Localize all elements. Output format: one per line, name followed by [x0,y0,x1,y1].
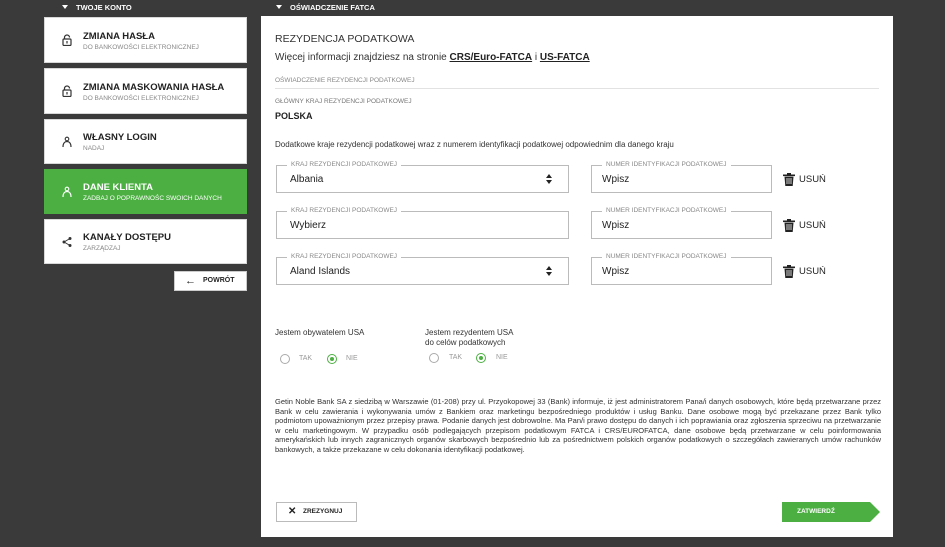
close-icon: ✕ [288,506,297,517]
citizen-no-radio[interactable] [327,354,337,364]
sidebar-item-own-login[interactable]: WŁASNY LOGIN NADAJ [44,119,247,164]
account-header-label: TWOJE KONTO [76,3,132,12]
account-header: TWOJE KONTO [62,0,132,16]
trash-icon [783,173,795,186]
us-fatca-link[interactable]: US-FATCA [540,52,590,63]
resign-button[interactable]: ✕ ZREZYGNUJ [276,502,357,522]
country-select-label: KRAJ REZYDENCJI PODATKOWEJ [287,207,402,214]
sort-arrows-icon [546,266,552,276]
tin-input[interactable]: NUMER IDENTYFIKACJI PODATKOWEJ Wpisz [591,161,772,193]
citizen-yes-radio[interactable] [280,354,290,364]
sidebar-item-subtitle: NADAJ [83,145,105,152]
confirm-button[interactable]: ZATWIERDŹ [782,502,880,522]
user-icon [62,136,72,147]
section-title: REZYDENCJA PODATKOWA [275,33,415,45]
trash-icon [783,265,795,278]
sidebar-item-subtitle: ZARZĄDZAJ [83,245,121,252]
back-button-label: POWRÓT [203,277,235,284]
sidebar-item-password-mask[interactable]: ZMIANA MASKOWANIA HASŁA DO BANKOWOŚCI EL… [44,68,247,114]
divider [275,88,879,89]
sidebar-item-subtitle: ZADBAJ O POPRAWNOŚC SWOICH DANYCH [83,195,222,202]
tin-input-label: NUMER IDENTYFIKACJI PODATKOWEJ [602,207,731,214]
us-resident-question: Jestem rezydentem USA do celów podatkowy… [425,328,535,348]
country-select[interactable]: KRAJ REZYDENCJI PODATKOWEJ Aland Islands [276,253,569,285]
user-icon [62,186,72,197]
resign-button-label: ZREZYGNUJ [303,508,343,515]
sidebar-item-subtitle: DO BANKOWOŚCI ELEKTRONICZNEJ [83,44,199,51]
tin-input-value: Wpisz [602,220,630,231]
tin-input[interactable]: NUMER IDENTYFIKACJI PODATKOWEJ Wpisz [591,253,772,285]
fatca-header-label: OŚWIADCZENIE FATCA [290,3,375,12]
lock-icon [62,85,72,97]
country-select-label: KRAJ REZYDENCJI PODATKOWEJ [287,253,402,260]
legal-notice: Getin Noble Bank SA z siedzibą w Warszaw… [275,397,881,454]
country-select-label: KRAJ REZYDENCJI PODATKOWEJ [287,161,402,168]
tin-input-label: NUMER IDENTYFIKACJI PODATKOWEJ [602,161,731,168]
citizen-yes-label: TAK [299,355,313,362]
citizen-no-label: NIE [346,355,358,362]
remove-row-button[interactable]: USUŃ [783,219,843,235]
sort-arrows-icon [546,174,552,184]
crs-link[interactable]: CRS/Euro-FATCA [450,52,533,63]
fatca-panel: REZYDENCJA PODATKOWA Więcej informacji z… [261,16,893,537]
country-select-value: Albania [290,174,324,185]
us-resident-question-line2: do celów podatkowych [425,338,506,347]
sidebar-item-password-change[interactable]: ZMIANA HASŁA DO BANKOWOŚCI ELEKTRONICZNE… [44,17,247,63]
country-select[interactable]: KRAJ REZYDENCJI PODATKOWEJ Albania [276,161,569,193]
resident-yes-radio[interactable] [429,353,439,363]
main-country-label: GŁÓWNY KRAJ REZYDENCJI PODATKOWEJ [275,98,412,105]
info-prefix: Więcej informacji znajdziesz na stronie [275,52,447,63]
us-citizen-question: Jestem obywatelem USA [275,328,365,337]
arrow-left-icon: ← [185,275,196,287]
info-line: Więcej informacji znajdziesz na stronie … [275,52,590,63]
tin-input-value: Wpisz [602,174,630,185]
sidebar-item-title: ZMIANA HASŁA [83,31,155,42]
resident-yes-label: TAK [449,354,463,361]
remove-row-button[interactable]: USUŃ [783,173,843,189]
remove-label: USUŃ [799,174,826,185]
tin-input-value: Wpisz [602,266,630,277]
main-country-value: POLSKA [275,111,313,121]
trash-icon [783,219,795,232]
confirm-button-label: ZATWIERDŹ [797,508,835,515]
sidebar-item-access-channels[interactable]: KANAŁY DOSTĘPU ZARZĄDZAJ [44,219,247,264]
tin-input-label: NUMER IDENTYFIKACJI PODATKOWEJ [602,253,731,260]
sidebar-item-title: DANE KLIENTA [83,182,154,193]
back-button[interactable]: ← POWRÓT [174,271,247,291]
fatca-header: OŚWIADCZENIE FATCA [276,0,375,16]
remove-row-button[interactable]: USUŃ [783,265,843,281]
us-resident-question-line1: Jestem rezydentem USA [425,328,514,337]
sidebar-item-title: ZMIANA MASKOWANIA HASŁA [83,82,225,93]
caret-down-icon [276,5,282,9]
sidebar-item-client-data[interactable]: DANE KLIENTA ZADBAJ O POPRAWNOŚC SWOICH … [44,169,247,214]
tin-input[interactable]: NUMER IDENTYFIKACJI PODATKOWEJ Wpisz [591,207,772,239]
country-select-value: Wybierz [290,220,327,231]
country-select[interactable]: KRAJ REZYDENCJI PODATKOWEJ Wybierz [276,207,569,239]
remove-label: USUŃ [799,220,826,231]
country-select-value: Aland Islands [290,266,351,277]
info-and: i [534,52,538,63]
subsection-title: OŚWIADCZENIE REZYDENCJI PODATKOWEJ [275,77,415,84]
sidebar-item-subtitle: DO BANKOWOŚCI ELEKTRONICZNEJ [83,95,199,102]
lock-icon [62,34,72,46]
share-icon [62,236,72,247]
resident-no-label: NIE [496,354,508,361]
additional-countries-description: Dodatkowe kraje rezydencji podatkowej wr… [275,140,674,149]
sidebar-item-title: WŁASNY LOGIN [83,132,157,143]
caret-down-icon [62,5,68,9]
sidebar-item-title: KANAŁY DOSTĘPU [83,232,171,243]
remove-label: USUŃ [799,266,826,277]
resident-no-radio[interactable] [476,353,486,363]
